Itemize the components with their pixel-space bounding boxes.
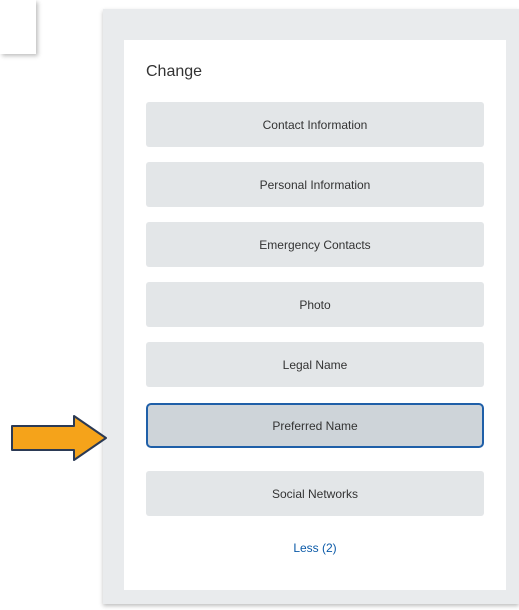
arrow-shape [11, 415, 107, 461]
emergency-contacts-button[interactable]: Emergency Contacts [146, 222, 484, 267]
legal-name-button[interactable]: Legal Name [146, 342, 484, 387]
personal-information-button[interactable]: Personal Information [146, 162, 484, 207]
change-title: Change [146, 63, 203, 80]
contact-information-button[interactable]: Contact Information [146, 102, 484, 147]
preferred-name-button[interactable]: Preferred Name [146, 403, 484, 448]
social-networks-button[interactable]: Social Networks [146, 471, 484, 516]
arrow-right-icon [11, 415, 107, 461]
less-link[interactable]: Less (2) [146, 541, 484, 555]
background-card [0, 0, 36, 54]
photo-button[interactable]: Photo [146, 282, 484, 327]
